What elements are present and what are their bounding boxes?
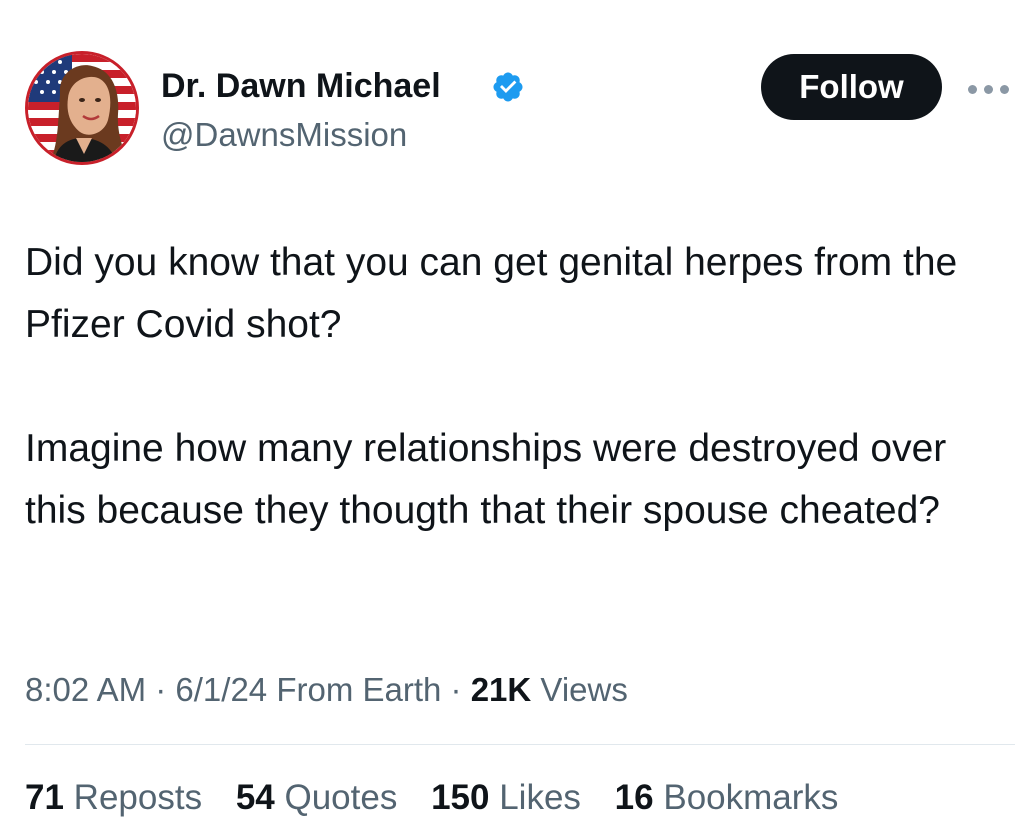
tweet-meta: 8:02 AM · 6/1/24 From Earth · 21K Views — [25, 668, 628, 712]
tweet-time[interactable]: 8:02 AM — [25, 671, 146, 708]
avatar[interactable] — [25, 51, 139, 165]
stat-count: 150 — [431, 778, 490, 817]
stat-count: 71 — [25, 778, 64, 817]
stat-quotes[interactable]: 54 Quotes — [236, 775, 398, 821]
stat-likes[interactable]: 150 Likes — [431, 775, 581, 821]
stat-count: 16 — [614, 778, 654, 817]
tweet-paragraph: Did you know that you can get genital he… — [25, 241, 958, 346]
tweet-location: From Earth — [267, 671, 442, 708]
avatar-image — [28, 54, 136, 162]
display-name[interactable]: Dr. Dawn Michael — [161, 64, 441, 108]
meta-separator: · — [146, 671, 176, 708]
author-handle[interactable]: @DawnsMission — [161, 114, 407, 156]
verified-badge-icon[interactable] — [491, 70, 525, 104]
tweet-card: Dr. Dawn Michael @DawnsMission Follow Di… — [0, 0, 1024, 833]
views-count[interactable]: 21K — [471, 671, 532, 708]
stat-count: 54 — [235, 778, 275, 817]
stat-reposts[interactable]: 71 Reposts — [25, 775, 202, 821]
views-label: Views — [531, 671, 628, 708]
follow-button[interactable]: Follow — [761, 54, 942, 120]
tweet-paragraph: Imagine how many relationships were dest… — [25, 427, 947, 532]
tweet-date[interactable]: 6/1/24 — [175, 671, 267, 708]
stat-label: Likes — [499, 778, 581, 817]
tweet-text: Did you know that you can get genital he… — [25, 232, 1010, 542]
stat-label: Bookmarks — [663, 778, 839, 817]
meta-separator: · — [441, 671, 471, 708]
divider — [25, 744, 1015, 745]
engagement-stats: 71 Reposts 54 Quotes 150 Likes 16 Bookma… — [25, 775, 862, 821]
stat-bookmarks[interactable]: 16 Bookmarks — [615, 775, 839, 821]
more-options-icon[interactable] — [966, 80, 1012, 98]
stat-label: Quotes — [284, 778, 398, 817]
stat-label: Reposts — [73, 778, 203, 817]
